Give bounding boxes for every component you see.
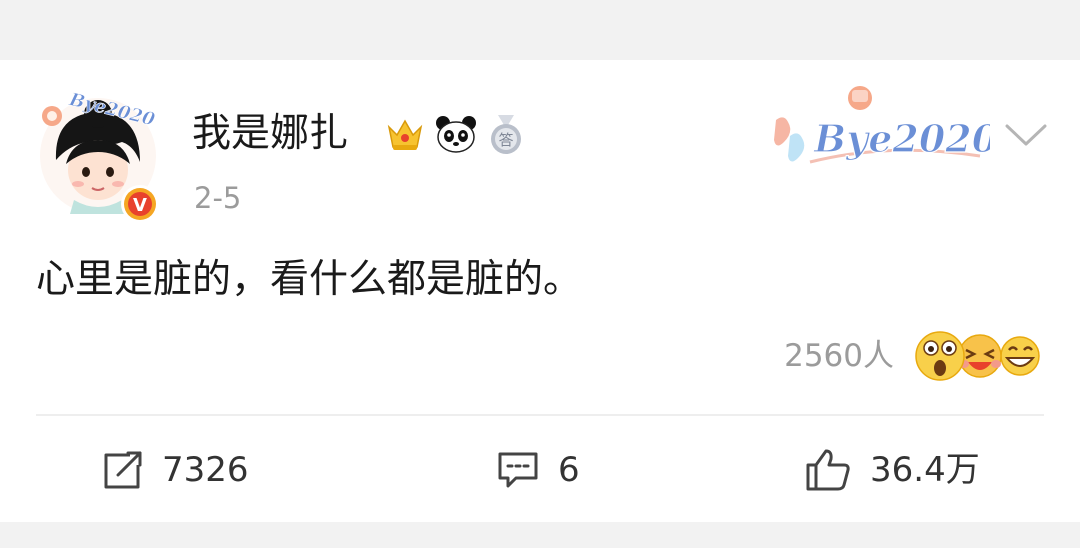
panda-icon[interactable] <box>434 113 478 155</box>
thumbs-up-icon <box>806 449 850 491</box>
surprised-emoji-icon <box>915 331 965 381</box>
post-date: 2-5 <box>194 181 242 215</box>
username[interactable]: 我是娜扎 <box>192 110 348 158</box>
divider <box>36 414 1044 416</box>
top-spacer <box>0 0 1080 60</box>
laughing-emoji-icon <box>958 334 1002 378</box>
like-count: 36.4万 <box>870 450 980 490</box>
crown-icon[interactable] <box>384 113 426 155</box>
verified-badge-icon: V <box>121 185 159 223</box>
avatar-sticker-text: Bye2020 <box>66 90 157 130</box>
comment-icon <box>498 452 538 488</box>
avatar-sticker: Bye2020 <box>42 90 158 130</box>
card-decoration-sticker: Bye2020 <box>774 86 990 164</box>
user-badges: 答 <box>384 110 526 158</box>
like-button[interactable]: 36.4万 <box>804 442 980 498</box>
comment-button[interactable]: 6 <box>496 442 580 498</box>
avatar[interactable]: Bye2020 V <box>36 90 160 223</box>
post-card: Bye2020 V 我是娜扎 答 2-5 Bye2020 心里是脏的，看什么都是… <box>0 60 1080 522</box>
grinning-emoji-icon <box>1000 336 1040 376</box>
card-sticker-text: Bye2020 <box>813 116 990 161</box>
post-content: 心里是脏的，看什么都是脏的。 <box>36 257 583 302</box>
bottom-spacer <box>0 522 1080 548</box>
repost-button[interactable]: 7326 <box>100 442 249 498</box>
repost-count: 7326 <box>162 450 249 490</box>
medal-text: 答 <box>498 131 513 149</box>
chevron-down-icon[interactable] <box>1003 120 1049 150</box>
comment-count: 6 <box>558 450 580 490</box>
medal-icon[interactable]: 答 <box>486 113 526 155</box>
verified-badge-text: V <box>133 195 147 216</box>
share-icon <box>104 451 142 489</box>
reaction-count[interactable]: 2560人 <box>784 336 894 376</box>
reaction-emojis[interactable] <box>914 328 1042 384</box>
